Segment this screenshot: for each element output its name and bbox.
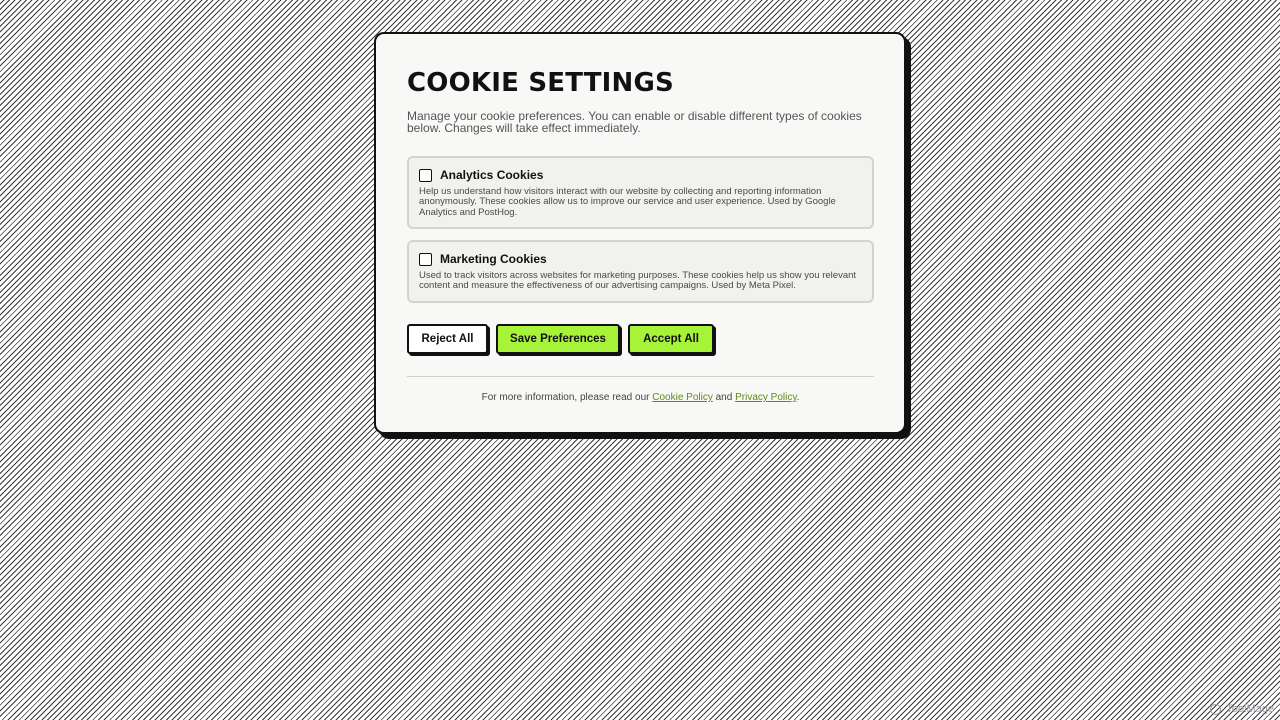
reject-all-button[interactable]: Reject All (407, 324, 488, 354)
dialog-actions: Reject All Save Preferences Accept All (407, 324, 873, 354)
privacy-policy-link[interactable]: Privacy Policy (735, 392, 797, 403)
accept-all-button[interactable]: Accept All (628, 324, 714, 354)
divider (407, 376, 874, 377)
analytics-cookies-option[interactable]: Analytics Cookies Help us understand how… (407, 156, 874, 229)
watermark: ToolMage (1210, 703, 1274, 715)
dialog-title: COOKIE SETTINGS (407, 68, 674, 98)
cookie-settings-dialog: COOKIE SETTINGS Manage your cookie prefe… (374, 32, 906, 434)
footer-prefix-text: For more information, please read our (481, 392, 653, 403)
watermark-text: ToolMage (1226, 703, 1274, 715)
marketing-cookies-label[interactable]: Marketing Cookies (440, 252, 547, 266)
analytics-cookies-checkbox[interactable] (419, 168, 432, 182)
marketing-cookies-option[interactable]: Marketing Cookies Used to track visitors… (407, 240, 874, 303)
marketing-cookies-header[interactable]: Marketing Cookies (419, 251, 862, 267)
marketing-cookies-checkbox[interactable] (419, 252, 432, 266)
footer-suffix-text: . (796, 392, 800, 403)
watermark-logo-icon (1210, 703, 1222, 715)
dialog-intro-text: Manage your cookie preferences. You can … (407, 109, 862, 135)
analytics-cookies-label[interactable]: Analytics Cookies (440, 168, 543, 182)
footer-middle-text: and (712, 392, 736, 403)
save-preferences-button[interactable]: Save Preferences (496, 324, 620, 354)
cookie-policy-link[interactable]: Cookie Policy (652, 392, 713, 403)
marketing-cookies-description: Used to track visitors across websites f… (419, 270, 857, 292)
analytics-cookies-header[interactable]: Analytics Cookies (419, 167, 862, 183)
analytics-cookies-description: Help us understand how visitors interact… (419, 186, 836, 218)
policy-footer: For more information, please read our Co… (407, 392, 874, 403)
